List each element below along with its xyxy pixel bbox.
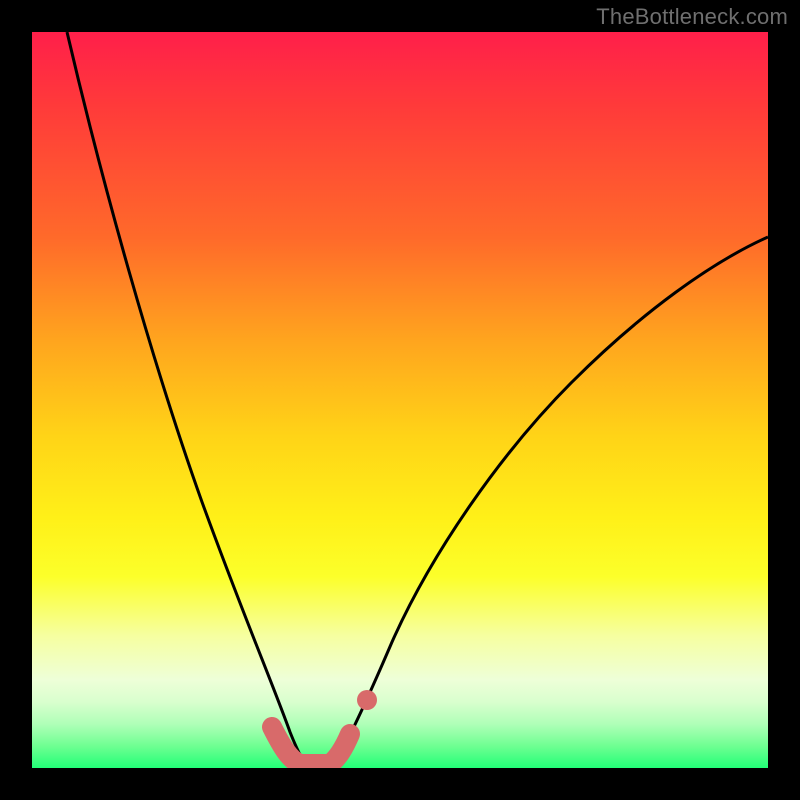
chart-frame: TheBottleneck.com [0,0,800,800]
plot-area [32,32,768,768]
optimal-dot [357,690,377,710]
optimal-highlight [32,32,768,768]
optimal-u [272,727,350,764]
watermark-text: TheBottleneck.com [596,4,788,30]
